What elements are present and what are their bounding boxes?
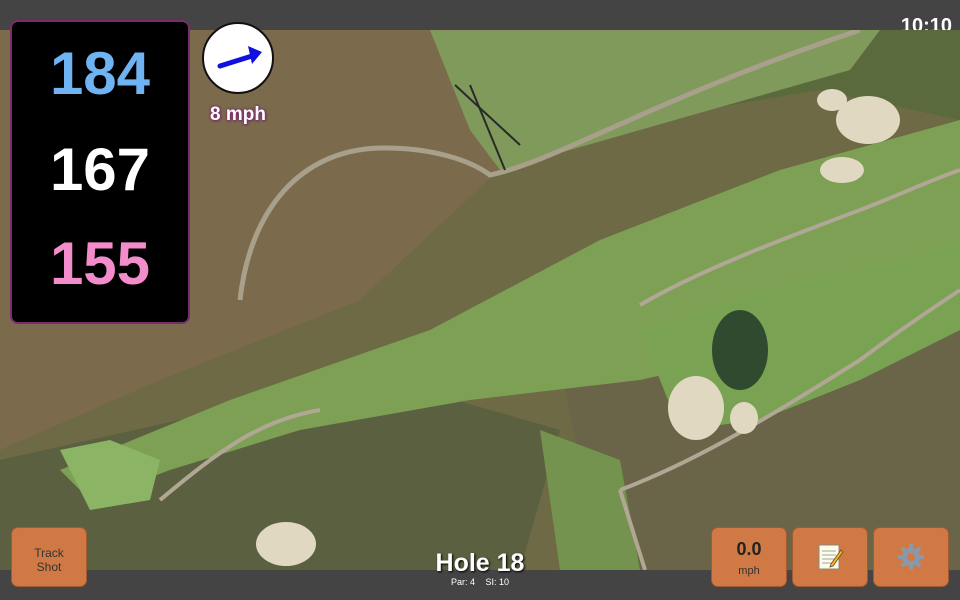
track-label: Track: [34, 546, 64, 560]
shot-label: Shot: [36, 560, 62, 574]
hole-par: Par: 4: [450, 577, 475, 587]
pond: [712, 310, 768, 390]
yardage-panel: 184 167 155: [12, 22, 188, 322]
hole-stroke-index: SI: 10: [485, 577, 510, 587]
track-shot-button[interactable]: Track Shot: [12, 528, 86, 586]
bunker-2: [817, 89, 847, 111]
wind-arrow-icon: [217, 46, 262, 69]
middle-yardage: 167: [49, 136, 151, 203]
bunker-5: [730, 402, 758, 434]
bunker-6: [256, 522, 316, 566]
bunker-3: [820, 157, 864, 183]
hole-info: Par: 4 SI: 10: [380, 577, 580, 587]
speed-unit: mph: [738, 565, 760, 577]
hole-title: Hole 18: [435, 549, 525, 577]
wind-speed: 8 mph: [210, 104, 266, 125]
speed-value: 0.0: [736, 539, 762, 559]
back-yardage: 184: [49, 40, 151, 107]
notepad-icon: [818, 544, 844, 570]
settings-button[interactable]: [874, 528, 948, 586]
wind-indicator: [202, 22, 274, 94]
notes-button[interactable]: [793, 528, 867, 586]
gear-icon: [898, 544, 924, 570]
speed-button[interactable]: 0.0 mph: [712, 528, 786, 586]
front-yardage: 155: [49, 230, 151, 297]
bunker-4: [668, 376, 724, 440]
